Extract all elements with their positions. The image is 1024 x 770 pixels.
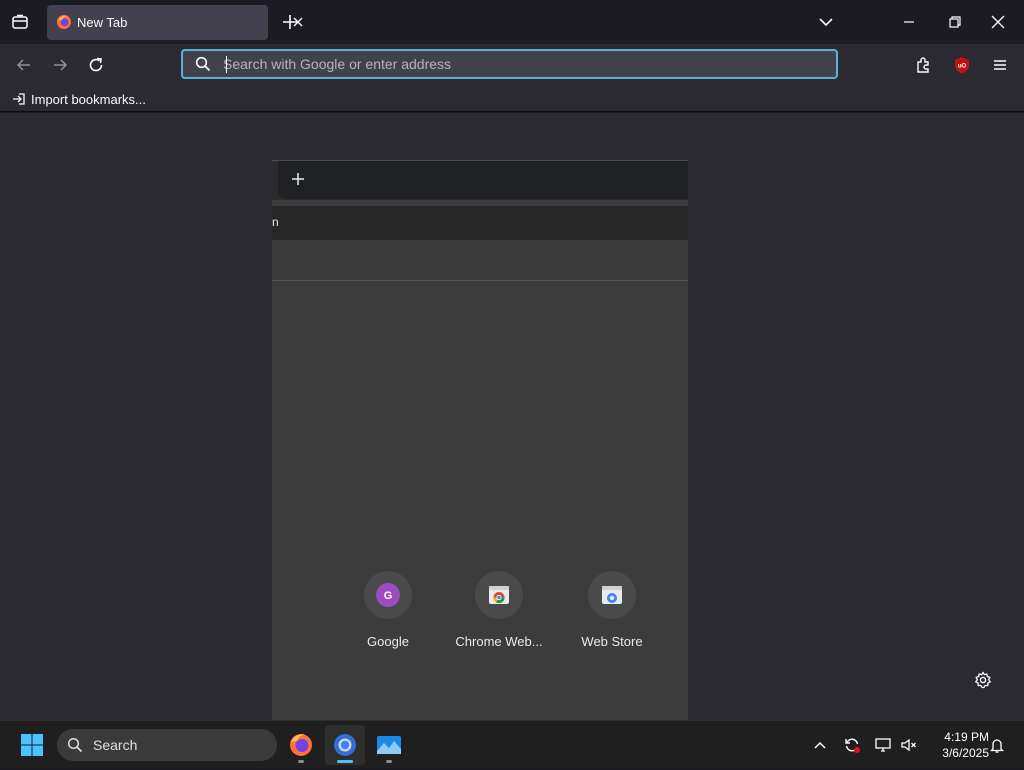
text-caret [226,56,227,73]
firefox-view-icon [12,14,28,29]
menu-hamburger-icon[interactable] [989,54,1011,76]
import-bookmarks-label: Import bookmarks... [31,91,146,107]
chrome-web-store-icon [489,586,509,604]
shortcut-tile: G [364,571,412,619]
firefox-view-button[interactable] [0,0,40,44]
running-indicator [386,760,392,763]
extensions-puzzle-icon[interactable] [913,54,935,76]
forward-arrow-icon[interactable] [49,54,71,76]
reload-icon[interactable] [85,54,107,76]
import-bookmarks-button[interactable]: Import bookmarks... [12,90,146,108]
photos-icon [377,736,401,754]
minimize-icon[interactable] [899,12,919,32]
taskbar-firefox[interactable] [281,725,321,765]
sync-update-icon[interactable] [842,735,862,755]
address-bar[interactable] [181,49,838,79]
embedded-tab-strip-bg [278,161,688,199]
firefox-icon [57,15,71,29]
google-letter: G [384,590,393,602]
web-store-icon [602,586,622,604]
restore-icon[interactable] [945,12,965,32]
list-all-tabs-chevron-icon[interactable] [816,12,836,32]
shortcut-tile [475,571,523,619]
new-tab-plus-icon[interactable] [280,12,300,32]
page-content: n G Google Chrome Web... Web Store [0,113,1024,720]
back-arrow-icon[interactable] [13,54,35,76]
shortcut-tile [588,571,636,619]
clock-date: 3/6/2025 [942,746,989,760]
chevron-up-icon[interactable] [810,735,830,755]
embedded-bookmark-band [272,240,688,281]
shortcut-chrome-web-store[interactable]: Chrome Web... [444,571,554,661]
volume-muted-icon[interactable] [899,735,919,755]
address-input[interactable] [223,54,823,74]
shortcut-web-store[interactable]: Web Store [557,571,667,661]
import-icon [13,93,25,105]
close-window-icon[interactable] [988,12,1008,32]
clock-time: 4:19 PM [944,730,989,744]
taskbar-search-box[interactable]: Search [57,729,277,761]
running-indicator [298,760,304,763]
tab-strip: New Tab [0,0,1024,44]
ublock-origin-icon[interactable]: uO [951,54,973,76]
tab-new-tab[interactable]: New Tab [47,5,303,40]
chrome-icon [334,734,356,756]
tab-title: New Tab [77,15,128,30]
taskbar-photos-app[interactable] [369,725,409,765]
search-icon [67,737,83,753]
shortcut-label: Web Store [581,634,643,649]
system-clock[interactable]: 4:19 PM 3/6/2025 [925,729,989,761]
windows-start-icon[interactable] [20,733,44,757]
taskbar-chrome[interactable] [325,725,365,765]
active-indicator [337,760,353,763]
taskbar-search-label: Search [93,737,138,753]
svg-text:uO: uO [958,64,967,70]
google-letter-icon: G [376,583,400,607]
shortcut-label: Chrome Web... [455,634,543,649]
embedded-browser-window: n G Google Chrome Web... Web Store [272,160,688,720]
gear-icon[interactable] [973,670,993,690]
search-icon [195,56,211,72]
embedded-toolbar-text: n [272,215,279,229]
navigation-toolbar: uO [0,44,1024,86]
display-network-icon[interactable] [873,735,893,755]
windows-taskbar: Search 4:19 PM 3/6/2025 [0,720,1024,768]
embedded-new-tab-plus-icon[interactable] [290,171,306,187]
firefox-icon [290,734,312,756]
embedded-toolbar: n [272,206,688,240]
embedded-tab-strip [272,160,688,200]
shortcut-google[interactable]: G Google [333,571,443,661]
bookmarks-toolbar: Import bookmarks... [0,86,1024,112]
notification-bell-icon[interactable] [987,735,1007,755]
shortcut-label: Google [367,634,409,649]
